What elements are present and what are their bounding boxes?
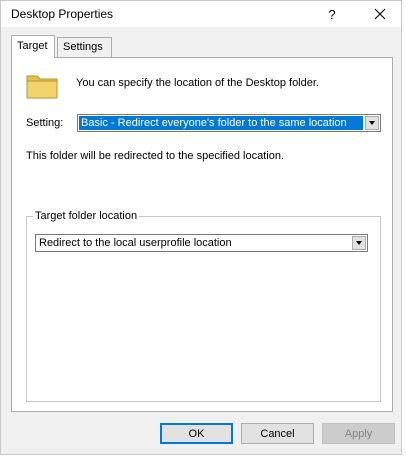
tab-target[interactable]: Target: [11, 35, 55, 58]
apply-button[interactable]: Apply: [322, 423, 395, 444]
window-title: Desktop Properties: [11, 7, 114, 21]
chevron-down-icon: [356, 241, 362, 245]
desktop-properties-dialog: Desktop Properties ? Target Settings You…: [0, 0, 402, 455]
apply-button-label: Apply: [344, 427, 373, 440]
folder-icon: [26, 75, 58, 99]
redirect-note: This folder will be redirected to the sp…: [26, 150, 285, 162]
close-button[interactable]: [365, 1, 395, 27]
close-icon: [374, 8, 386, 20]
setting-dropdown[interactable]: Basic - Redirect everyone's folder to th…: [77, 114, 381, 132]
location-selected-value: Redirect to the local userprofile locati…: [39, 237, 232, 249]
title-bar: Desktop Properties ?: [1, 1, 401, 27]
cancel-button-label: Cancel: [260, 427, 295, 440]
background-strip: [0, 455, 406, 459]
cancel-button[interactable]: Cancel: [241, 423, 314, 444]
location-dropdown[interactable]: Redirect to the local userprofile locati…: [35, 234, 368, 252]
tab-target-label: Target: [17, 40, 48, 52]
help-icon: ?: [328, 6, 336, 22]
setting-label: Setting:: [26, 117, 64, 129]
ok-button[interactable]: OK: [160, 423, 233, 444]
chevron-down-icon: [369, 121, 375, 125]
target-folder-location-group: Target folder location Redirect to the l…: [26, 210, 381, 402]
ok-button-label: OK: [188, 427, 205, 440]
target-tab-panel: You can specify the location of the Desk…: [11, 57, 393, 412]
tab-settings[interactable]: Settings: [57, 37, 112, 57]
location-dropdown-button[interactable]: [352, 236, 366, 250]
group-label: Target folder location: [33, 210, 140, 222]
intro-text: You can specify the location of the Desk…: [76, 77, 319, 89]
setting-selected-value: Basic - Redirect everyone's folder to th…: [79, 116, 363, 130]
help-button[interactable]: ?: [319, 1, 345, 27]
setting-dropdown-button[interactable]: [365, 116, 379, 130]
tab-settings-label: Settings: [63, 41, 103, 53]
